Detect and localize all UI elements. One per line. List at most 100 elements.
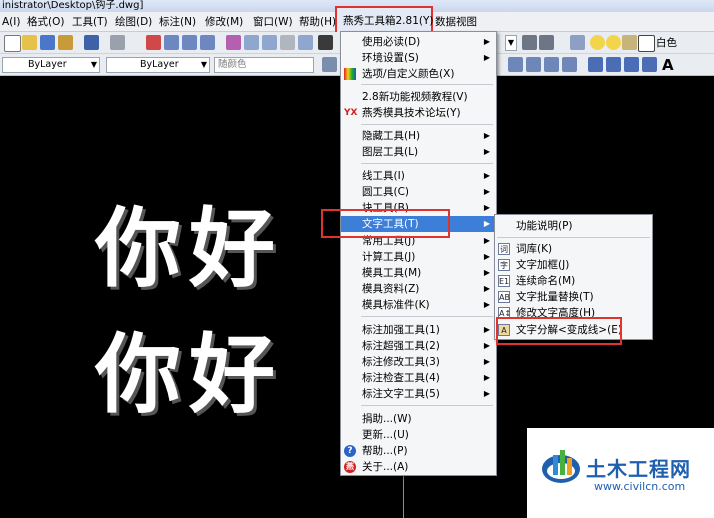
viewport-icon[interactable] [539,35,554,50]
menu-item-modify[interactable]: 修改(M) [205,14,243,30]
menu-item-env-settings[interactable]: 环境设置(S) ▶ [341,50,496,66]
submenu-arrow-icon: ▶ [483,252,490,261]
menu-item-forum[interactable]: YX 燕秀模具技术论坛(Y) [341,105,496,121]
text-frame-icon: 字 [498,259,510,271]
undo-icon[interactable] [84,35,99,50]
submenu-arrow-icon: ▶ [483,373,490,382]
markup-icon[interactable] [298,35,313,50]
line-tool-icon[interactable] [322,57,337,72]
submenu-arrow-icon: ▶ [483,203,490,212]
submenu-arrow-icon: ▶ [483,325,490,334]
text-tool-icon[interactable]: A [662,56,674,74]
dimension-icon[interactable] [588,57,603,72]
menu-separator [361,84,493,85]
submenu-item-text-frame[interactable]: 字文字加框(J) [495,257,652,273]
yanxiu-toolbox-menu: 使用必读(D) ▶ 环境设置(S) ▶ 选项/自定义颜色(X) 2.8新功能视频教程… [340,31,497,476]
submenu-arrow-icon: ▶ [483,284,490,293]
new-file-icon[interactable] [4,35,21,52]
linetype-combo[interactable]: ByLayer ▼ [106,57,210,73]
submenu-item-dictionary[interactable]: 词词库(K) [495,241,652,257]
calculator-icon[interactable] [318,35,333,50]
menu-item-tools[interactable]: 工具(T) [72,14,108,30]
color-combo[interactable]: 随颜色 [214,57,314,73]
menu-item-dimension[interactable]: 标注(N) [159,14,196,30]
menu-item-dim-text[interactable]: 标注文字工具(5) ▶ [341,386,496,402]
menu-item-help[interactable]: ? 帮助...(P) [341,443,496,459]
submenu-item-function-desc[interactable]: 功能说明(P) [495,218,652,234]
zoom-window-icon[interactable] [182,35,197,50]
redo-icon[interactable] [110,35,125,50]
pan-icon[interactable] [146,35,161,50]
menu-item-dim-enhance[interactable]: 标注加强工具(1) ▶ [341,322,496,338]
toolbar-dropdown-arrow[interactable]: ▼ [505,35,517,51]
design-center-icon[interactable] [244,35,259,50]
submenu-arrow-icon: ▶ [483,268,490,277]
canvas-text-2[interactable]: 你好 [95,332,283,418]
layer-freeze-sun-icon[interactable] [606,35,621,50]
menu-item-video-tutorial[interactable]: 2.8新功能视频教程(V) [341,89,496,105]
menu-item-hide-tools[interactable]: 隐藏工具(H) ▶ [341,128,496,144]
hatch-icon[interactable] [606,57,621,72]
zoom-previous-icon[interactable] [200,35,215,50]
submenu-arrow-icon: ▶ [483,300,490,309]
submenu-arrow-icon: ▶ [483,389,490,398]
menu-item-update[interactable]: 更新...(U) [341,427,496,443]
menu-item-about[interactable]: 燕 关于...(A) [341,459,496,475]
text-tools-highlight-frame [321,209,450,238]
view-icon[interactable] [522,35,537,50]
tool-palette-icon[interactable] [262,35,277,50]
menu-item-draw[interactable]: 绘图(D) [115,14,152,30]
submenu-arrow-icon: ▶ [483,236,490,245]
properties-icon[interactable] [226,35,241,50]
menu-item-line-tools[interactable]: 线工具(I) ▶ [341,168,496,184]
menu-item-calc-tools[interactable]: 计算工具(J) ▶ [341,249,496,265]
menu-item-format[interactable]: 格式(O) [27,14,64,30]
menu-item-dim-check[interactable]: 标注检查工具(4) ▶ [341,370,496,386]
layer-lock-icon[interactable] [622,35,637,50]
about-icon: 燕 [344,461,356,473]
menu-item-must-read[interactable]: 使用必读(D) ▶ [341,34,496,50]
menu-item-donate[interactable]: 捐助...(W) [341,411,496,427]
menu-item-circle-tools[interactable]: 圆工具(C) ▶ [341,184,496,200]
menu-separator [361,124,493,125]
save-icon[interactable] [40,35,55,50]
submenu-arrow-icon: ▶ [483,147,490,156]
array-icon[interactable] [544,57,559,72]
menu-item-insert[interactable]: A(I) [2,14,20,30]
layer-color-swatch-icon[interactable] [638,35,655,52]
table-icon[interactable] [642,57,657,72]
menu-item-dim-super[interactable]: 标注超强工具(2) ▶ [341,338,496,354]
canvas-text-1[interactable]: 你好 [95,206,283,292]
menu-item-options-color[interactable]: 选项/自定义颜色(X) [341,66,496,82]
color-combo-value: 随颜色 [218,59,247,70]
layer-on-bulb-icon[interactable] [590,35,605,50]
menu-item-mold-data[interactable]: 模具资料(Z) ▶ [341,281,496,297]
open-folder-icon[interactable] [22,35,37,50]
rotate-icon[interactable] [508,57,523,72]
menu-item-mold-tools[interactable]: 模具工具(M) ▶ [341,265,496,281]
menu-separator [361,163,493,164]
batch-replace-icon: AB [498,291,510,303]
menu-item-data-view[interactable]: 数据视图 [435,14,477,30]
match-properties-icon[interactable] [58,35,73,50]
zoom-realtime-icon[interactable] [164,35,179,50]
menu-item-window[interactable]: 窗口(W) [253,14,293,30]
offset-icon[interactable] [526,57,541,72]
layer-combo[interactable]: ByLayer ▼ [2,57,100,73]
mirror-icon[interactable] [562,57,577,72]
region-icon[interactable] [624,57,639,72]
menu-item-mold-standard-parts[interactable]: 模具标准件(K) ▶ [341,297,496,313]
linetype-combo-value: ByLayer [140,59,179,70]
submenu-item-sequential-naming[interactable]: E1 连续命名(M) [495,273,652,289]
menu-item-yanxiu-toolbox[interactable]: 燕秀工具箱2.81(Y) [343,13,434,29]
submenu-item-batch-replace[interactable]: AB 文字批量替换(T) [495,289,652,305]
submenu-arrow-icon: ▶ [483,341,490,350]
layer-manager-icon[interactable] [570,35,585,50]
civilcn-logo-icon [542,450,580,483]
sheet-set-icon[interactable] [280,35,295,50]
menu-separator [361,405,493,406]
watermark-title: 土木工程网 [586,457,691,481]
menu-item-layer-tools[interactable]: 图层工具(L) ▶ [341,144,496,160]
menu-item-dim-modify[interactable]: 标注修改工具(3) ▶ [341,354,496,370]
menu-item-help[interactable]: 帮助(H) [299,14,336,30]
